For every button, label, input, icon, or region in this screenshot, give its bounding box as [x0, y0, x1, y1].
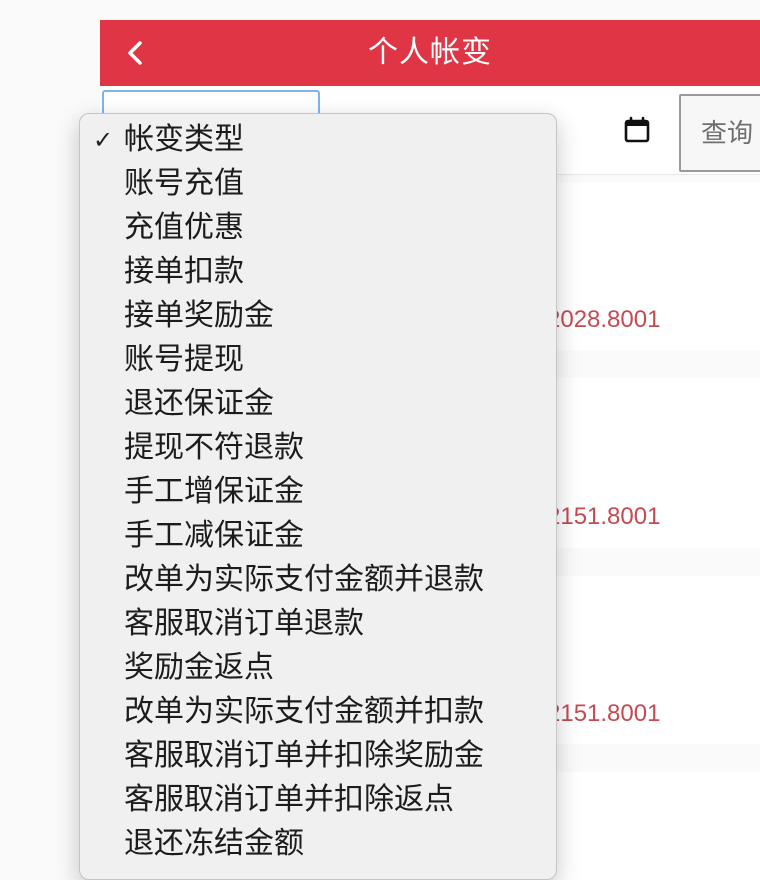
dropdown-option[interactable]: 账号充值 — [80, 162, 556, 206]
dropdown-option-label: 接单扣款 — [124, 254, 244, 289]
dropdown-option[interactable]: 客服取消订单并扣除奖励金 — [80, 734, 556, 778]
dropdown-option-label: 手工减保证金 — [124, 518, 304, 553]
checkmark-icon: ✓ — [93, 126, 114, 154]
dropdown-option[interactable]: 接单扣款 — [80, 250, 556, 294]
dropdown-option-label: 账号充值 — [124, 166, 244, 201]
dropdown-option-label: 账号提现 — [124, 342, 244, 377]
dropdown-option-label: 提现不符退款 — [124, 430, 304, 465]
calendar-icon — [624, 116, 650, 143]
dropdown-option[interactable]: 提现不符退款 — [80, 426, 556, 470]
dropdown-option[interactable]: 账号提现 — [80, 338, 556, 382]
dropdown-option[interactable]: 手工增保证金 — [80, 470, 556, 514]
page: 个人帐变 查询 2028.8001 2151.8001 2151.8001 ✓ … — [0, 0, 760, 880]
dropdown-option-label: 奖励金返点 — [124, 650, 274, 685]
record-amount: 2151.8001 — [547, 700, 661, 727]
dropdown-option[interactable]: 退还冻结金额 — [80, 822, 556, 866]
query-button[interactable]: 查询 — [679, 94, 760, 172]
dropdown-option-label: 手工增保证金 — [124, 474, 304, 509]
record-amount: 2151.8001 — [547, 503, 661, 530]
date-picker-button[interactable] — [623, 116, 651, 144]
record-amount: 2028.8001 — [547, 306, 661, 333]
page-title: 个人帐变 — [368, 35, 492, 70]
dropdown-option[interactable]: 改单为实际支付金额并退款 — [80, 558, 556, 602]
dropdown-option-label: 客服取消订单并扣除返点 — [124, 782, 454, 817]
dropdown-option[interactable]: 客服取消订单并扣除返点 — [80, 778, 556, 822]
dropdown-option-label: 充值优惠 — [124, 210, 244, 245]
dropdown-option[interactable]: 接单奖励金 — [80, 294, 556, 338]
dropdown-option-label: 改单为实际支付金额并退款 — [124, 562, 484, 597]
dropdown-option-label: 客服取消订单退款 — [124, 606, 364, 641]
dropdown-option-label: 退还冻结金额 — [124, 826, 304, 861]
type-dropdown-menu: ✓ 帐变类型 账号充值 充值优惠 接单扣款 接单奖励金 账号提现 退还保证金 提… — [79, 113, 557, 880]
dropdown-option-selected[interactable]: ✓ 帐变类型 — [80, 118, 556, 162]
dropdown-option[interactable]: 充值优惠 — [80, 206, 556, 250]
dropdown-option[interactable]: 改单为实际支付金额并扣款 — [80, 690, 556, 734]
dropdown-option[interactable]: 退还保证金 — [80, 382, 556, 426]
dropdown-option-label: 帐变类型 — [124, 122, 244, 157]
header-bar: 个人帐变 — [100, 20, 760, 86]
dropdown-option[interactable]: 手工减保证金 — [80, 514, 556, 558]
dropdown-option[interactable]: 客服取消订单退款 — [80, 602, 556, 646]
dropdown-option-label: 改单为实际支付金额并扣款 — [124, 694, 484, 729]
dropdown-option-label: 接单奖励金 — [124, 298, 274, 333]
dropdown-option-label: 客服取消订单并扣除奖励金 — [124, 738, 484, 773]
dropdown-option[interactable]: 奖励金返点 — [80, 646, 556, 690]
dropdown-option-label: 退还保证金 — [124, 386, 274, 421]
